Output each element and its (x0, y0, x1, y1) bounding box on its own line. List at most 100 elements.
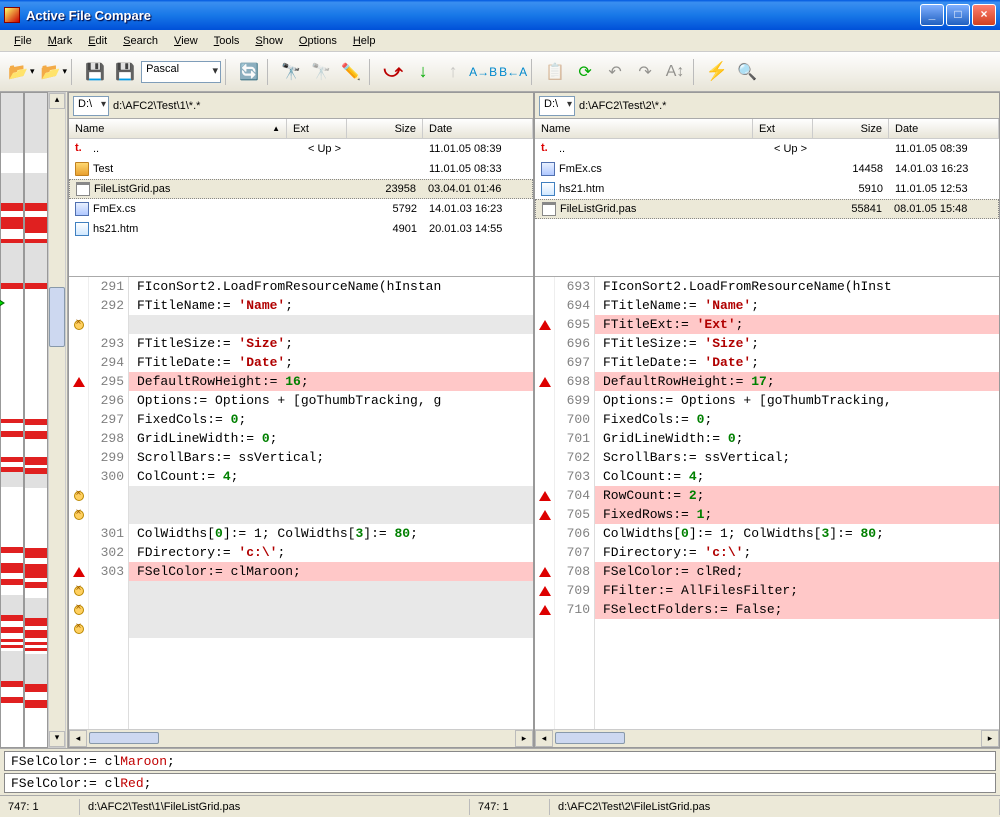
menu-item-tools[interactable]: Tools (206, 32, 248, 50)
file-icon (542, 202, 556, 216)
menu-item-options[interactable]: Options (291, 32, 345, 50)
right-path-bar: D:\ d:\AFC2\Test\2\*.* (535, 93, 999, 119)
left-hscroll[interactable]: ◂ ▸ (69, 729, 533, 747)
up-icon: t. (75, 142, 89, 156)
redo-button[interactable]: ↷ (631, 58, 659, 86)
overview-left[interactable] (0, 92, 24, 748)
prev-diff-button[interactable]: ↑ (439, 58, 467, 86)
file-icon (75, 162, 89, 176)
right-path-label: d:\AFC2\Test\2\*.* (579, 100, 666, 112)
right-drive-combo[interactable]: D:\ (539, 96, 575, 116)
scroll-left-icon[interactable]: ◂ (69, 730, 87, 747)
copy-button[interactable]: 📋 (541, 58, 569, 86)
file-row[interactable]: Test11.01.05 08:33 (69, 159, 533, 179)
close-button[interactable]: × (972, 4, 996, 26)
save-icon: 💾 (85, 62, 105, 82)
arrow-down-icon: ↓ (419, 61, 428, 82)
diff-warn-icon (539, 586, 551, 596)
left-drive-combo[interactable]: D:\ (73, 96, 109, 116)
menu-item-search[interactable]: Search (115, 32, 166, 50)
maximize-button[interactable]: □ (946, 4, 970, 26)
menu-item-help[interactable]: Help (345, 32, 384, 50)
col-date[interactable]: Date (423, 119, 533, 138)
position-marker-icon (0, 298, 12, 308)
scroll-down-icon[interactable]: ▾ (49, 731, 65, 747)
right-code[interactable]: 6936946956966976986997007017027037047057… (535, 277, 999, 729)
menu-item-view[interactable]: View (166, 32, 206, 50)
left-filelist-header: Name▲ Ext Size Date (69, 119, 533, 139)
left-code[interactable]: 291292293294295296297298299300301302303 … (69, 277, 533, 729)
scroll-right-icon[interactable]: ▸ (515, 730, 533, 747)
arrow-icon: ⤻ (383, 61, 402, 82)
col-ext[interactable]: Ext (287, 119, 347, 138)
scroll-thumb[interactable] (555, 732, 625, 744)
arrow-up-icon: ↑ (449, 61, 458, 82)
file-row[interactable]: t...< Up >11.01.05 08:39 (69, 139, 533, 159)
file-row[interactable]: FmEx.cs1445814.01.03 16:23 (535, 159, 999, 179)
scroll-thumb[interactable] (49, 287, 65, 347)
file-row[interactable]: FileListGrid.pas5584108.01.05 15:48 (535, 199, 999, 219)
binoculars-icon: 🔭 (311, 62, 331, 82)
menu-item-edit[interactable]: Edit (80, 32, 115, 50)
save-left-button[interactable]: 💾 (81, 58, 109, 86)
binoculars-icon: 🔭 (281, 62, 301, 82)
open-right-button[interactable]: 📂 (37, 58, 65, 86)
gap-icon (74, 624, 84, 634)
save-right-button[interactable]: 💾 (111, 58, 139, 86)
titlebar: Active File Compare _ □ × (0, 0, 1000, 30)
overview-scrollbar[interactable]: ▴ ▾ (48, 92, 66, 748)
statusbar: 747: 1 d:\AFC2\Test\1\FileListGrid.pas 7… (0, 795, 1000, 817)
scroll-thumb[interactable] (89, 732, 159, 744)
undo-icon: ↶ (608, 62, 621, 82)
file-row[interactable]: hs21.htm591011.01.05 12:53 (535, 179, 999, 199)
left-path-label: d:\AFC2\Test\1\*.* (113, 100, 200, 112)
gap-icon (74, 605, 84, 615)
undo-button[interactable]: ↶ (601, 58, 629, 86)
col-date[interactable]: Date (889, 119, 999, 138)
find-next-button[interactable]: 🔭 (307, 58, 335, 86)
diff-warn-icon (73, 567, 85, 577)
menu-item-mark[interactable]: Mark (40, 32, 80, 50)
diff-warn-icon (539, 567, 551, 577)
detail-panel: FSelColor:= clMaroon; FSelColor:= clRed; (0, 748, 1000, 793)
pencil-icon: ✏️ (341, 62, 361, 82)
menu-item-show[interactable]: Show (247, 32, 291, 50)
menu-item-file[interactable]: File (6, 32, 40, 50)
run-button[interactable]: ⚡ (703, 58, 731, 86)
gap-icon (74, 320, 84, 330)
minimize-button[interactable]: _ (920, 4, 944, 26)
col-ext[interactable]: Ext (753, 119, 813, 138)
refresh-button[interactable]: ⟳ (571, 58, 599, 86)
next-diff-button[interactable]: ↓ (409, 58, 437, 86)
col-name[interactable]: Name▲ (69, 119, 287, 138)
overview-right[interactable] (24, 92, 48, 748)
col-size[interactable]: Size (347, 119, 423, 138)
copy-right-button[interactable]: A→B (469, 58, 497, 86)
find-button[interactable]: 🔭 (277, 58, 305, 86)
scroll-left-icon[interactable]: ◂ (535, 730, 553, 747)
edit-button[interactable]: ✏️ (337, 58, 365, 86)
syntax-combo[interactable]: Pascal (141, 61, 221, 83)
scroll-up-icon[interactable]: ▴ (49, 93, 65, 109)
gap-icon (74, 510, 84, 520)
sort-button[interactable]: A↕ (661, 58, 689, 86)
goto-button[interactable]: ⤻ (379, 58, 407, 86)
scroll-right-icon[interactable]: ▸ (981, 730, 999, 747)
folder-open-icon: 📂 (8, 62, 28, 82)
file-row[interactable]: FmEx.cs579214.01.03 16:23 (69, 199, 533, 219)
left-pane: D:\ d:\AFC2\Test\1\*.* Name▲ Ext Size Da… (68, 92, 534, 748)
compare-button[interactable]: 🔄 (235, 58, 263, 86)
diff-warn-icon (539, 320, 551, 330)
file-row[interactable]: FileListGrid.pas2395803.04.01 01:46 (69, 179, 533, 199)
right-hscroll[interactable]: ◂ ▸ (535, 729, 999, 747)
copy-left-button[interactable]: B←A (499, 58, 527, 86)
col-name[interactable]: Name (535, 119, 753, 138)
open-left-button[interactable]: 📂 (4, 58, 32, 86)
save-icon: 💾 (115, 62, 135, 82)
col-size[interactable]: Size (813, 119, 889, 138)
view-button[interactable]: 🔍 (733, 58, 761, 86)
file-row[interactable]: hs21.htm490120.01.03 14:55 (69, 219, 533, 239)
file-row[interactable]: t...< Up >11.01.05 08:39 (535, 139, 999, 159)
status-rightfile: d:\AFC2\Test\2\FileListGrid.pas (550, 799, 1000, 815)
arrow-right-icon: A→B (469, 65, 497, 79)
